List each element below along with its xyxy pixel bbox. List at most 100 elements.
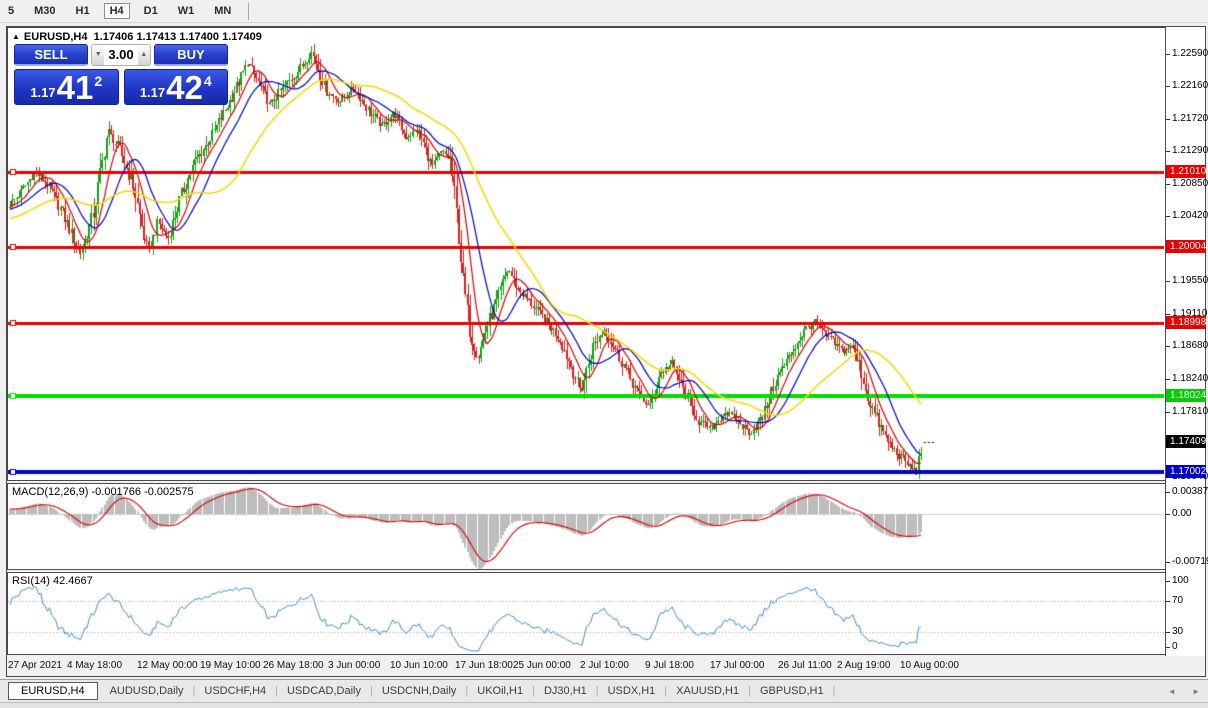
time-label: 10 Jun 10:00: [390, 660, 448, 671]
sell-price-small: 1.17: [30, 85, 56, 100]
toolbar-separator: [248, 2, 250, 20]
time-label: 17 Jul 00:00: [710, 660, 765, 671]
buy-price-button[interactable]: 1.17 42 4: [123, 68, 228, 106]
tab-separator: |: [832, 685, 836, 697]
rsi-value: 42.4667: [52, 575, 93, 587]
timeframe-button-m30[interactable]: M30: [28, 3, 61, 19]
symbol-label: EURUSD,H4: [23, 31, 88, 43]
time-label: 26 Jul 11:00: [778, 660, 832, 671]
one-click-trade-panel: SELL ▼ 3.00 ▲ BUY 1.17 41 2 1.17 42 4: [14, 44, 228, 105]
tab-ukoil-h1[interactable]: UKOil,H1: [469, 682, 531, 700]
macd-axis-min: -0.00719: [1166, 556, 1208, 568]
price-tick: 1.22590: [1166, 48, 1208, 60]
macd-label: MACD(12,26,9) -0.001766 -0.002575: [12, 486, 194, 498]
volume-spinner: ▼ 3.00 ▲: [91, 44, 151, 66]
time-label: 4 May 18:00: [67, 660, 123, 671]
timeframe-toolbar: 5 M30 H1 H4 D1 W1 MN: [0, 0, 1208, 23]
rsi-canvas[interactable]: [8, 573, 1164, 654]
price-tick: 1.19550: [1166, 275, 1208, 287]
time-label: 2 Jul 10:00: [580, 660, 629, 671]
price-badge: 1.17409: [1166, 435, 1206, 448]
time-label: 25 Jun 00:00: [513, 660, 571, 671]
rsi-axis-70: 70: [1166, 595, 1183, 607]
tab-separator: |: [275, 685, 278, 697]
tab-usdx-h1[interactable]: USDX,H1: [600, 682, 664, 700]
volume-increase-icon[interactable]: ▲: [137, 45, 150, 65]
buy-price-big: 42: [166, 68, 203, 106]
tab-separator: |: [465, 685, 469, 697]
price-tick: 1.17810: [1166, 406, 1208, 418]
price-badge: 1.17002: [1166, 465, 1206, 478]
tab-audusd-daily[interactable]: AUDUSD,Daily: [102, 682, 192, 700]
macd-values: -0.001766 -0.002575: [91, 486, 194, 498]
timeframe-button-h4[interactable]: H4: [103, 3, 130, 19]
tab-separator: |: [748, 685, 751, 697]
timeframe-button-d1[interactable]: D1: [138, 3, 164, 19]
tab-scroll-left-icon[interactable]: ◄: [1168, 687, 1176, 696]
buy-button[interactable]: BUY: [154, 44, 228, 66]
time-label: 9 Jul 18:00: [645, 660, 694, 671]
quote-values: 1.17406 1.17413 1.17400 1.17409: [93, 31, 262, 43]
time-label: 27 Apr 2021: [8, 660, 62, 671]
tab-scroll-arrows: ◄ ►: [1154, 687, 1200, 696]
time-label: 3 Jun 00:00: [328, 660, 381, 671]
rsi-name: RSI(14): [12, 575, 50, 587]
price-tick: 1.21720: [1166, 113, 1208, 125]
time-label: 26 May 18:00: [263, 660, 324, 671]
tab-separator: |: [664, 685, 668, 697]
price-badge: 1.20004: [1166, 240, 1206, 253]
tab-eurusd-h4[interactable]: EURUSD,H4: [8, 682, 98, 700]
sell-price-big: 41: [56, 68, 94, 106]
tab-dj30-h1[interactable]: DJ30,H1: [536, 682, 595, 700]
price-badge: 1.21010: [1166, 165, 1206, 178]
price-badge: 1.18998: [1166, 316, 1206, 329]
macd-axis-max: 0.003873: [1166, 486, 1208, 498]
rsi-axis-30: 30: [1166, 626, 1183, 638]
price-axis[interactable]: 1.22590 1.22160 1.21720 1.21290 1.20850 1.204…: [1165, 27, 1208, 656]
chart-window: ▲ EURUSD,H4 1.17406 1.17413 1.17400 1.174…: [6, 26, 1208, 677]
price-badge: 1.18024: [1166, 389, 1206, 402]
macd-indicator-pane: MACD(12,26,9) -0.001766 -0.002575: [7, 483, 1165, 570]
tab-usdcnh-daily[interactable]: USDCNH,Daily: [374, 682, 465, 700]
macd-name: MACD(12,26,9): [12, 486, 89, 498]
rsi-axis-100: 100: [1166, 575, 1189, 587]
time-label: 17 Jun 18:00: [455, 660, 513, 671]
timeframe-button-5[interactable]: 5: [2, 3, 20, 19]
price-tick: 1.22160: [1166, 80, 1208, 92]
status-bar: [0, 702, 1208, 708]
price-tick: 1.18680: [1166, 340, 1208, 352]
chart-symbol-header: ▲ EURUSD,H4 1.17406 1.17413 1.17400 1.174…: [12, 31, 262, 43]
tab-separator: |: [532, 685, 535, 697]
sell-price-sup: 2: [94, 73, 103, 89]
tab-separator: |: [369, 685, 373, 697]
sell-price-button[interactable]: 1.17 41 2: [14, 69, 119, 105]
sell-button[interactable]: SELL: [14, 44, 88, 66]
time-label: 12 May 00:00: [137, 660, 198, 671]
time-label: 19 May 10:00: [200, 660, 261, 671]
rsi-indicator-pane: RSI(14) 42.4667: [7, 572, 1165, 655]
main-chart-pane: ▲ EURUSD,H4 1.17406 1.17413 1.17400 1.174…: [7, 27, 1165, 481]
tab-usdchf-h4[interactable]: USDCHF,H4: [196, 682, 274, 700]
timeframe-button-mn[interactable]: MN: [208, 3, 237, 19]
tab-separator: |: [192, 685, 196, 697]
volume-decrease-icon[interactable]: ▼: [92, 45, 105, 65]
chart-tab-bar: EURUSD,H4 AUDUSD,Daily | USDCHF,H4 | USDCAD,D…: [0, 679, 1208, 702]
buy-price-sup: 4: [203, 73, 212, 89]
timeframe-button-h1[interactable]: H1: [70, 3, 96, 19]
time-axis[interactable]: 27 Apr 2021 4 May 18:00 12 May 00:00 19 May…: [7, 656, 1165, 676]
tab-separator: |: [595, 685, 599, 697]
buy-price-small: 1.17: [139, 85, 166, 100]
rsi-axis-0: 0: [1166, 641, 1178, 653]
tab-xauusd-h1[interactable]: XAUUSD,H1: [668, 682, 747, 700]
price-tick: 1.21290: [1166, 145, 1208, 157]
price-tick: 1.20420: [1166, 210, 1208, 222]
tab-usdcad-daily[interactable]: USDCAD,Daily: [279, 682, 369, 700]
timeframe-button-w1[interactable]: W1: [172, 3, 201, 19]
time-label: 2 Aug 19:00: [837, 660, 891, 671]
tab-scroll-right-icon[interactable]: ►: [1192, 687, 1200, 696]
tab-gbpusd-h1[interactable]: GBPUSD,H1: [752, 682, 832, 700]
price-tick: 1.18240: [1166, 373, 1208, 385]
rsi-label: RSI(14) 42.4667: [12, 575, 93, 587]
volume-input[interactable]: 3.00: [104, 45, 138, 65]
collapse-triangle-icon[interactable]: ▲: [12, 32, 20, 41]
